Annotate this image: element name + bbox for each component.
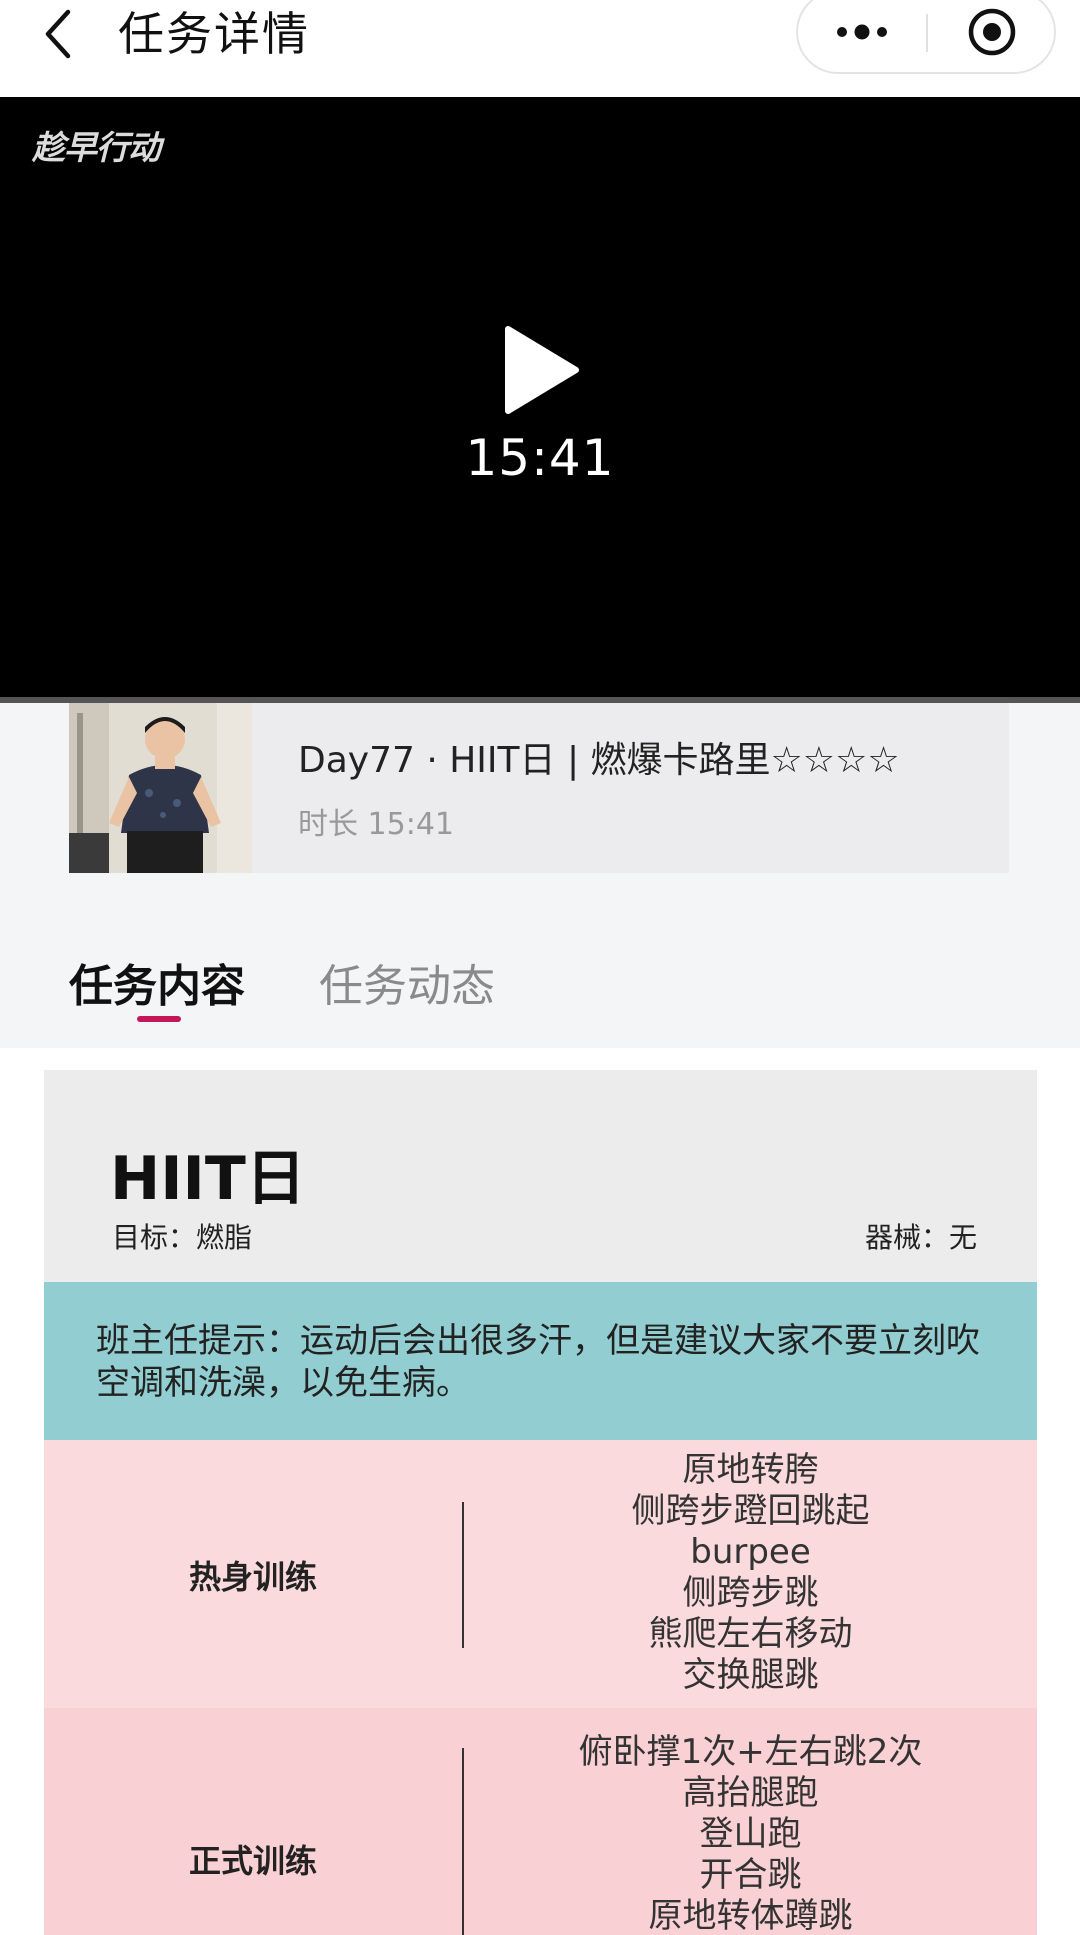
main-training-section: 正式训练 俯卧撑1次+左右跳2次 高抬腿跑 登山跑 开合跳 原地转体蹲跳 [44,1708,1037,1935]
list-item: 侧跨步跳 [682,1573,819,1613]
exercise-list: 原地转胯 侧跨步蹬回跳起 burpee 侧跨步跳 熊爬左右移动 交换腿跳 [464,1450,1037,1696]
list-item: burpee [690,1532,811,1572]
list-item: 登山跑 [699,1814,802,1854]
coach-thumbnail [69,703,252,873]
video-duration: 15:41 [465,429,615,487]
teacher-tip: 班主任提示：运动后会出很多汗，但是建议大家不要立刻吹空调和洗澡，以免生病。 [44,1282,1037,1440]
tab-task-activity[interactable]: 任务动态 [319,950,495,1014]
list-item: 原地转胯 [682,1450,819,1490]
plan-goal: 目标：燃脂 [112,1221,253,1254]
target-circle-icon [968,8,1016,56]
video-watermark-logo: 趁早行动 [32,128,161,167]
navigation-bar: 任务详情 [0,0,1080,97]
section-label: 热身训练 [188,1558,317,1596]
course-title: Day77 · HIIT日 | 燃爆卡路里☆☆☆☆ [298,740,900,781]
plan-equipment: 器械：无 [864,1221,977,1254]
list-item: 高抬腿跑 [682,1773,819,1813]
list-item: 俯卧撑1次+左右跳2次 [578,1732,923,1772]
warmup-section: 热身训练 原地转胯 侧跨步蹬回跳起 burpee 侧跨步跳 熊爬左右移动 交换腿… [44,1440,1037,1708]
close-miniprogram-button[interactable] [928,0,1056,72]
mini-program-capsule [796,0,1056,74]
list-item: 交换腿跳 [682,1655,819,1695]
page-title: 任务详情 [118,7,310,61]
coach-photo-image [69,703,252,873]
section-label: 正式训练 [188,1842,317,1880]
more-button[interactable] [798,0,926,72]
play-icon[interactable] [500,325,580,415]
plan-title: HIIT日 [110,1144,306,1214]
active-tab-indicator [137,1016,181,1022]
list-item: 原地转体蹲跳 [648,1896,853,1935]
list-item: 侧跨步蹬回跳起 [631,1491,870,1531]
tab-task-content[interactable]: 任务内容 [69,950,245,1014]
list-item: 熊爬左右移动 [648,1614,853,1654]
video-player[interactable]: 趁早行动 15:41 [0,97,1080,697]
chevron-left-icon [45,9,71,59]
list-item: 开合跳 [699,1855,802,1895]
exercise-list: 俯卧撑1次+左右跳2次 高抬腿跑 登山跑 开合跳 原地转体蹲跳 [464,1732,1037,1935]
course-duration: 时长 15:41 [298,807,454,842]
course-card[interactable]: Day77 · HIIT日 | 燃爆卡路里☆☆☆☆ 时长 15:41 [69,703,1009,873]
back-button[interactable] [30,6,86,62]
task-content-card: HIIT日 目标：燃脂 器械：无 班主任提示：运动后会出很多汗，但是建议大家不要… [44,1070,1037,1935]
more-dots-icon [837,24,887,40]
